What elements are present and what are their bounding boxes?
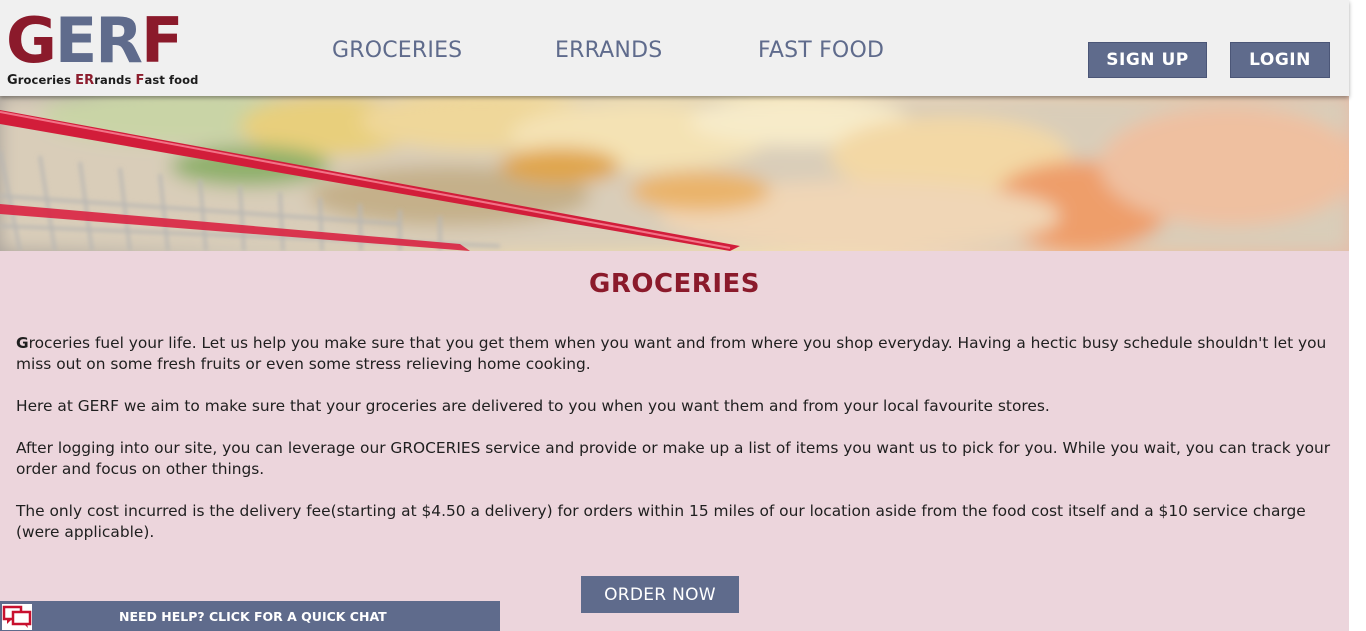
tagline-cap-f: F — [135, 73, 145, 88]
tagline-part: roceries — [17, 73, 76, 87]
section-title: GROCERIES — [589, 269, 760, 299]
page-scrollbar-gutter — [1349, 0, 1366, 631]
order-now-button[interactable]: ORDER NOW — [581, 576, 739, 613]
tagline-cap-er: ER — [75, 73, 95, 88]
nav-errands[interactable]: ERRANDS — [555, 38, 662, 63]
tagline-cap-g: G — [7, 73, 18, 88]
dropcap: G — [16, 334, 29, 352]
logo-letter-e: E — [54, 4, 97, 77]
logo-tagline: Groceries ERrands Fast food — [7, 73, 198, 88]
nav-groceries[interactable]: GROCERIES — [332, 38, 462, 63]
hero-banner-image — [0, 96, 1349, 251]
gerf-logo[interactable]: G ER F Groceries ERrands Fast food — [6, 8, 216, 90]
login-button[interactable]: LOGIN — [1230, 42, 1330, 78]
groceries-section: GROCERIES Groceries fuel your life. Let … — [0, 251, 1349, 631]
paragraph-intro-text: roceries fuel your life. Let us help you… — [16, 334, 1327, 373]
paragraph-mission: Here at GERF we aim to make sure that yo… — [16, 397, 1050, 415]
paragraph-intro: Groceries fuel your life. Let us help yo… — [16, 333, 1336, 375]
paragraph-how-it-works: After logging into our site, you can lev… — [16, 439, 1331, 478]
tagline-part: ast food — [144, 73, 199, 87]
logo-letter-g: G — [6, 4, 57, 77]
nav-fast-food[interactable]: FAST FOOD — [758, 38, 884, 63]
site-header: GERF Groceries ERrands Fast food GROCERI… — [0, 0, 1349, 96]
paragraph-pricing: The only cost incurred is the delivery f… — [16, 502, 1306, 541]
quick-chat-bar[interactable]: NEED HELP? CLICK FOR A QUICK CHAT — [0, 601, 500, 631]
chat-bubbles-icon — [2, 604, 32, 630]
shopping-cart-illustration — [0, 96, 1349, 251]
logo-letter-r: R — [95, 4, 143, 77]
tagline-part: rands — [94, 73, 136, 87]
sign-up-button[interactable]: SIGN UP — [1088, 42, 1207, 78]
logo-letter-f: F — [141, 4, 183, 77]
logo-letters: GERF — [6, 4, 183, 77]
chat-label: NEED HELP? CLICK FOR A QUICK CHAT — [119, 609, 387, 624]
